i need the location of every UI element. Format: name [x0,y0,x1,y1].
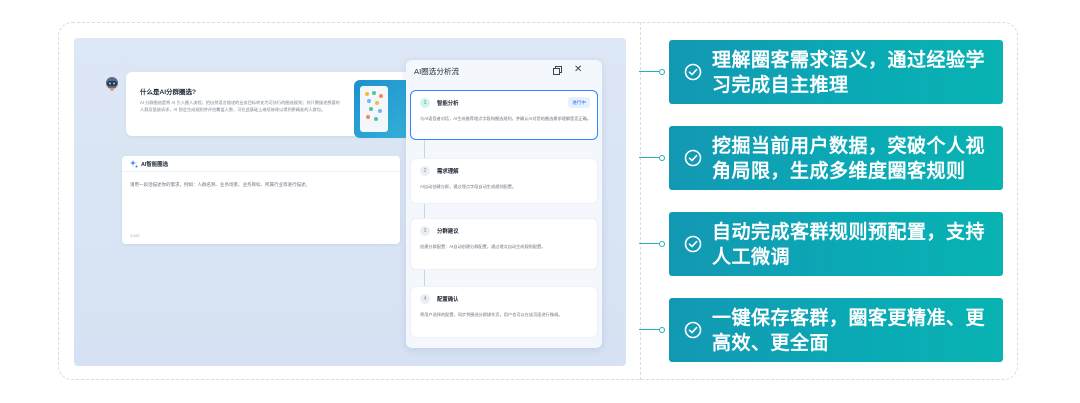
step-number: 1 [420,98,430,108]
step-desc: 将用户选择的配置，同步到圈选分群操作页，用户也可以在该页面进行微调。 [420,312,563,317]
step-card-3[interactable]: 3 分群建议 创建分群配置：AI自动创建分群配置，通过埋点自动生成规则配置。 [410,218,598,270]
check-circle-icon [684,63,702,81]
ai-input-card[interactable]: AI智能圈选 请用一段话描述你的需求，例如：人群名称、业务场景、业务目标、所属行… [122,156,400,244]
step-title: 需求理解 [437,169,459,175]
robot-avatar-icon [106,77,118,91]
ai-input-card-header: AI智能圈选 [122,156,400,172]
feature-connector [639,243,659,244]
step-number: 4 [420,294,430,304]
step-desc: 创建分群配置：AI自动创建分群配置，通过埋点自动生成规则配置。 [420,244,546,249]
feature-card-2: 挖掘当前用户数据，突破个人视角局限，生成多维度圈客规则 [639,126,1003,190]
step-number: 2 [420,166,430,176]
step-title: 智能分析 [437,101,459,107]
char-counter: 0/100 [130,234,140,238]
step-number: 3 [420,226,430,236]
feature-card-4: 一键保存客群，圈客更精准、更高效、更全面 [639,298,1003,362]
feature-dot [659,155,665,161]
close-icon[interactable]: ✕ [574,64,582,76]
restore-window-icon[interactable] [553,66,562,75]
step-title: 分群建议 [437,229,459,235]
feature-card-3: 自动完成客群规则预配置，支持人工微调 [639,212,1003,276]
sparkle-icon [130,160,138,168]
analysis-flow-panel: AI圈选分析流 ✕ 1 智能分析 进行中 与AI语音者对话，AI生成推荐埋点字段… [406,60,602,348]
check-circle-icon [684,149,702,167]
intro-card: 什么是AI分群圈选? AI 分群圈选是将 AI 引入圈人流程，把自然语言描述的业… [126,72,426,138]
phone-illustration [360,86,388,132]
status-badge: 进行中 [568,97,590,108]
step-desc: 与AI语音者对话，AI生成推荐埋点字段和圈选规则，并确认AI对您的圈选需求理解是… [420,116,591,121]
step-desc: AI自动创建分群，通过埋点字段自动生成规则配置。 [420,184,517,189]
ai-input-title: AI智能圈选 [141,162,168,168]
panel-title: AI圈选分析流 [414,67,460,76]
feature-text: 一键保存客群，圈客更精准、更高效、更全面 [712,308,986,354]
check-circle-icon [684,235,702,253]
feature-dot [659,327,665,333]
feature-connector [639,71,659,72]
check-circle-icon [684,321,702,339]
intro-title: 什么是AI分群圈选? [140,89,196,96]
step-card-1[interactable]: 1 智能分析 进行中 与AI语音者对话，AI生成推荐埋点字段和圈选规则，并确认A… [410,90,598,140]
feature-dot [659,69,665,75]
feature-text: 自动完成客群规则预配置，支持人工微调 [712,222,986,268]
step-card-2[interactable]: 2 需求理解 AI自动创建分群，通过埋点字段自动生成规则配置。 [410,158,598,204]
feature-text: 挖掘当前用户数据，突破个人视角局限，生成多维度圈客规则 [712,136,986,182]
ai-input-field[interactable]: 请用一段话描述你的需求，例如：人群名称、业务场景、业务目标、所属行业等进行描述。 [130,182,310,188]
feature-text: 理解圈客需求语义，通过经验学习完成自主推理 [712,50,986,96]
feature-dot [659,241,665,247]
step-title: 配置确认 [437,297,459,303]
intro-body: AI 分群圈选是将 AI 引入圈人流程，把自然语言描述的业务目标转化为可执行的圈… [140,100,340,112]
step-card-4[interactable]: 4 配置确认 将用户选择的配置，同步到圈选分群操作页，用户也可以在该页面进行微调… [410,286,598,338]
feature-connector [639,157,659,158]
app-screenshot: 什么是AI分群圈选? AI 分群圈选是将 AI 引入圈人流程，把自然语言描述的业… [74,38,626,366]
feature-connector [639,329,659,330]
feature-card-1: 理解圈客需求语义，通过经验学习完成自主推理 [639,40,1003,104]
